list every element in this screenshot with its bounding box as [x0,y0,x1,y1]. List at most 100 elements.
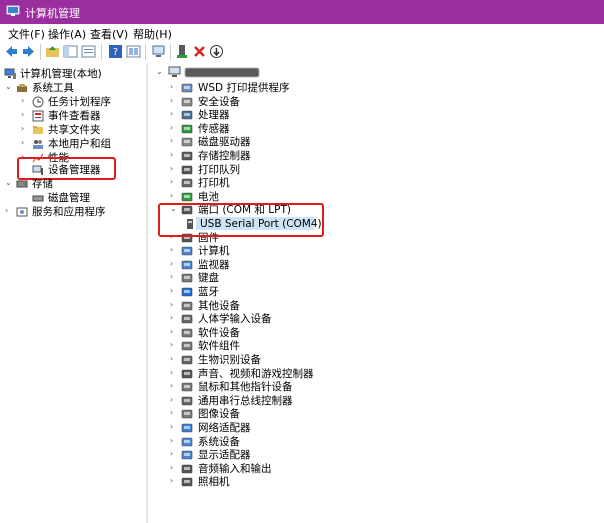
chevron-right-icon[interactable]: › [170,137,178,145]
tree-event-viewer[interactable]: › 事件查看器 [20,109,144,123]
device-category-label: 照相机 [198,476,230,489]
chevron-right-icon[interactable]: › [170,436,178,445]
tree-root[interactable]: 计算机管理(本地) [4,67,144,81]
chevron-right-icon[interactable]: › [170,151,178,159]
chevron-right-icon[interactable]: › [170,463,178,472]
device-category-display-adapters[interactable]: › 显示适配器 [170,448,590,462]
chevron-right-icon[interactable]: › [170,123,178,132]
device-category-monitor[interactable]: › 监视器 [170,258,590,272]
device-category-computer[interactable]: › 计算机 [170,244,590,258]
scan-hardware-icon[interactable] [151,44,166,59]
chevron-right-icon[interactable]: › [170,273,178,281]
tree-local-users-label: 本地用户和组 [48,138,111,150]
device-category-cameras[interactable]: › 照相机 [170,475,590,489]
up-folder-icon[interactable] [45,44,60,59]
chevron-right-icon[interactable]: › [170,450,178,458]
device-category-other-devices[interactable]: › 其他设备 [170,299,590,313]
toolbar-separator [40,44,41,60]
device-category-network-adapters[interactable]: › 网络适配器 [170,421,590,435]
chevron-right-icon[interactable]: › [170,409,178,417]
tree-local-users[interactable]: › 本地用户和组 [20,137,144,151]
menu-file[interactable]: 文件(F) [8,26,45,42]
device-category-security[interactable]: › 安全设备 [170,95,590,109]
tree-system-tools[interactable]: ⌄ 系统工具 [4,81,144,95]
chevron-right-icon[interactable]: › [170,423,178,431]
device-category-audio-io[interactable]: › 音频输入和输出 [170,462,590,476]
tree-disk-management[interactable]: 磁盘管理 [20,191,144,205]
chevron-right-icon[interactable]: › [170,341,178,349]
device-category-software-devices[interactable]: › 软件设备 [170,326,590,340]
device-category-mouse[interactable]: › 鼠标和其他指针设备 [170,380,590,394]
device-category-hid[interactable]: › 人体学输入设备 [170,312,590,326]
chevron-right-icon[interactable]: › [170,327,178,336]
menu-view[interactable]: 查看(V) [90,26,128,42]
update-driver-icon[interactable] [175,44,190,59]
device-category-system-devices[interactable]: › 系统设备 [170,435,590,449]
device-category-usb-controllers[interactable]: › 通用串行总线控制器 [170,394,590,408]
device-category-sound-video-game[interactable]: › 声音、视频和游戏控制器 [170,367,590,381]
chevron-right-icon[interactable]: › [21,139,29,147]
device-category-print-queue[interactable]: › 打印队列 [170,163,590,177]
chevron-down-icon[interactable]: ⌄ [5,179,13,187]
tree-storage[interactable]: ⌄ 存储 [4,177,144,191]
chevron-right-icon[interactable]: › [170,246,178,254]
chevron-right-icon[interactable]: › [21,111,29,119]
chevron-right-icon[interactable]: › [170,96,178,105]
device-category-label: 打印队列 [198,163,240,176]
chevron-right-icon[interactable]: › [170,382,178,390]
device-category-battery[interactable]: › 电池 [170,190,590,204]
chevron-down-icon[interactable]: ⌄ [5,83,13,91]
forward-arrow-icon[interactable] [21,44,36,59]
device-category-imaging[interactable]: › 图像设备 [170,407,590,421]
back-arrow-icon[interactable] [4,44,19,59]
list-view-icon[interactable] [81,44,96,59]
chevron-right-icon[interactable]: › [170,164,178,173]
chevron-right-icon[interactable]: › [170,314,178,322]
menu-action[interactable]: 操作(A) [48,26,86,42]
tree-shared-folders[interactable]: › 共享文件夹 [20,123,144,137]
tree-task-scheduler[interactable]: › 任务计划程序 [20,95,144,109]
chevron-right-icon[interactable]: › [170,287,178,295]
window-title: 计算机管理 [25,7,80,20]
tree-storage-label: 存储 [32,178,53,190]
properties-icon[interactable] [126,44,141,59]
device-category-keyboard[interactable]: › 键盘 [170,271,590,285]
device-category-disk-drive[interactable]: › 磁盘驱动器 [170,135,590,149]
uninstall-x-icon[interactable] [192,44,207,59]
users-icon [33,140,43,149]
tree-services-apps[interactable]: › 服务和应用程序 [4,205,144,219]
chevron-right-icon[interactable]: › [170,191,178,200]
chevron-down-icon[interactable]: ⌄ [156,68,164,76]
device-category-sensor[interactable]: › 传感器 [170,122,590,136]
chevron-right-icon[interactable]: › [170,110,178,118]
device-category-processor[interactable]: › 处理器 [170,108,590,122]
chevron-right-icon[interactable]: › [170,178,178,186]
usb-icon [181,396,193,406]
show-hide-tree-icon[interactable] [63,44,78,59]
enable-device-icon[interactable] [209,44,224,59]
device-category-software-components[interactable]: › 软件组件 [170,339,590,353]
chevron-right-icon[interactable]: › [170,477,178,485]
device-category-biometric[interactable]: › 生物识别设备 [170,353,590,367]
chevron-right-icon[interactable]: › [21,125,29,133]
battery-icon [181,192,193,202]
chevron-right-icon[interactable]: › [170,259,178,268]
chevron-right-icon[interactable]: › [170,355,178,363]
chevron-right-icon[interactable]: › [170,368,178,377]
menu-bar: 文件(F) 操作(A) 查看(V) 帮助(H) [0,24,604,42]
device-category-label: 图像设备 [198,408,240,421]
chevron-right-icon[interactable]: › [170,395,178,404]
toolbar-separator [145,44,146,60]
menu-help[interactable]: 帮助(H) [133,26,172,42]
device-category-label: 软件设备 [198,326,240,339]
device-category-storage-controller[interactable]: › 存储控制器 [170,149,590,163]
chevron-right-icon[interactable]: › [170,300,178,309]
device-category-wsd-print[interactable]: › WSD 打印提供程序 [170,81,590,95]
chevron-right-icon[interactable]: › [21,97,29,105]
hid-icon [181,314,193,324]
chevron-right-icon[interactable]: › [170,83,178,91]
device-category-bluetooth[interactable]: › 蓝牙 [170,285,590,299]
device-category-printer[interactable]: › 打印机 [170,176,590,190]
chevron-right-icon[interactable]: › [5,207,13,215]
help-icon[interactable]: ? [108,44,123,59]
